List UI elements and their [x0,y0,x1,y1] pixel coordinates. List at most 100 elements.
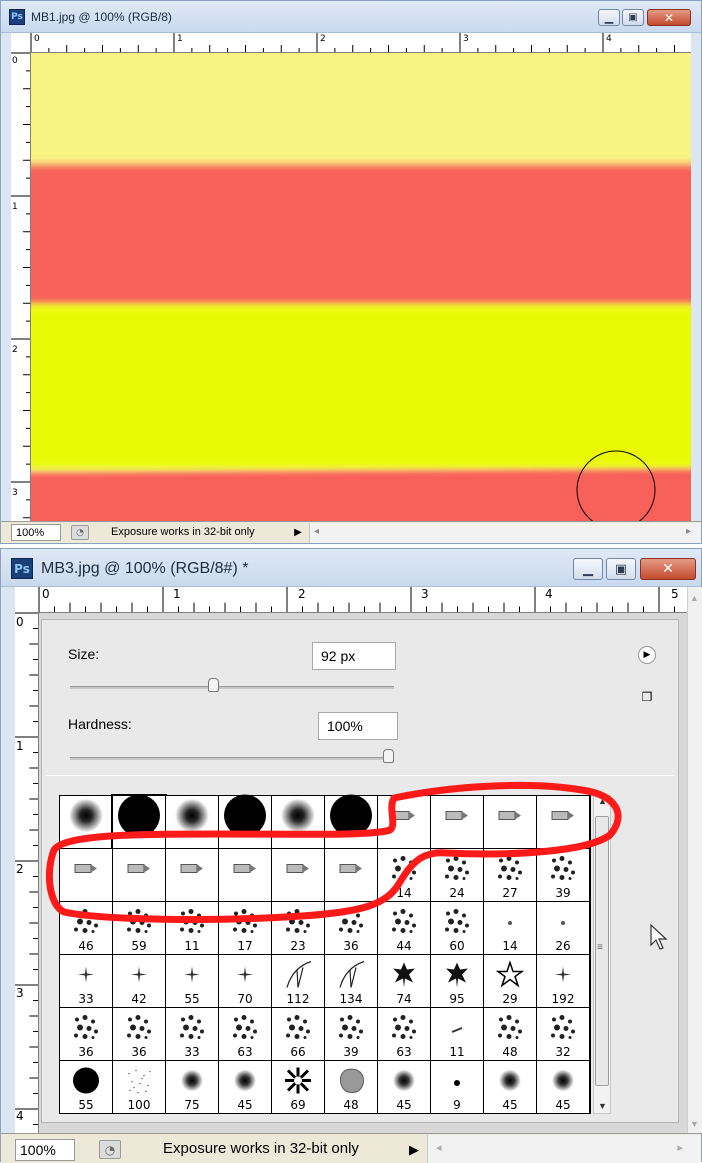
brush-tip-cell[interactable]: 17 [219,902,271,954]
brush-tip-cell[interactable]: 24 [431,849,483,901]
status-menu-arrow-icon[interactable]: ▶ [405,1140,423,1160]
brush-tip-cell[interactable]: 14 [484,902,536,954]
brush-tip-cell[interactable]: 59 [113,902,165,954]
brush-tip-cell[interactable]: 39 [325,1008,377,1060]
zoom-field[interactable]: 100% [15,1139,75,1161]
brush-tip-cell[interactable]: 63 [219,1008,271,1060]
brush-tip-cell[interactable]: 112 [272,955,324,1007]
brush-tip-cell[interactable] [325,794,377,848]
horizontal-scrollbar[interactable]: ◂ ▸ [427,1135,701,1163]
new-preset-icon[interactable]: ❐ [640,690,654,704]
brush-tip-cell[interactable]: 74 [378,955,430,1007]
brush-tip-cell[interactable]: 33 [166,1008,218,1060]
brush-tip-cell[interactable]: 11 [166,902,218,954]
brush-tip-cell[interactable]: 60 [431,902,483,954]
brush-tip-cell[interactable]: 39 [537,849,589,901]
brush-tip-cell[interactable]: 192 [537,955,589,1007]
brush-tip-cell[interactable]: 46 [60,902,112,954]
title-bar[interactable]: Ps MB3.jpg @ 100% (RGB/8#) * ▁ ▣ ✕ [1,549,701,587]
brush-tip-cell[interactable]: 29 [484,955,536,1007]
brush-tip-cell[interactable]: 95 [431,955,483,1007]
ruler-origin[interactable] [15,587,39,613]
scroll-up-icon[interactable]: ▲ [598,796,607,806]
size-slider-track[interactable] [70,686,394,689]
brush-tip-cell[interactable] [219,794,271,848]
brush-tip-cell[interactable]: 100 [113,1061,165,1113]
scroll-left-icon[interactable]: ◂ [314,526,319,537]
brush-tip-cell[interactable]: 63 [378,1008,430,1060]
brush-tip-cell[interactable] [111,794,167,850]
brush-tip-cell[interactable] [60,796,112,848]
flyout-menu-arrow-icon[interactable]: ▶ [638,646,656,664]
maximize-button[interactable]: ▣ [606,558,636,580]
close-button[interactable]: ✕ [640,558,696,580]
brush-tip-cell[interactable]: 66 [272,1008,324,1060]
brush-grid-scrollbar[interactable]: ▲ ≡ ▼ [593,795,611,1114]
horizontal-ruler[interactable]: 0 1 2 3 4 [31,33,691,53]
brush-tip-cell[interactable]: 36 [60,1008,112,1060]
hardness-field[interactable]: 100% [318,712,398,740]
title-bar[interactable]: Ps MB1.jpg @ 100% (RGB/8) ▁ ▣ ✕ [1,1,701,33]
status-info-icon[interactable]: ◔ [99,1140,121,1159]
brush-tip-cell[interactable] [272,796,324,848]
maximize-button[interactable]: ▣ [622,9,644,26]
brush-tip-cell[interactable] [113,849,165,901]
scroll-right-icon[interactable]: ▸ [677,1141,683,1154]
brush-tip-cell[interactable]: 48 [325,1061,377,1113]
canvas-area[interactable]: Size: 92 px Hardness: 100% ▶ ❐ 14 24 27 39 4… [39,613,687,1133]
status-menu-arrow-icon[interactable]: ▶ [291,525,305,540]
hardness-slider-track[interactable] [70,757,394,760]
scroll-down-icon[interactable]: ▼ [598,1101,607,1111]
size-slider-thumb[interactable] [207,678,219,692]
brush-tip-cell[interactable]: 36 [113,1008,165,1060]
brush-tip-cell[interactable]: 11 [431,1008,483,1060]
brush-tip-cell[interactable]: 69 [272,1061,324,1113]
brush-tip-cell[interactable] [325,849,377,901]
brush-tip-cell[interactable] [378,796,430,848]
scroll-down-icon[interactable]: ▼ [690,1119,699,1129]
brush-tip-cell[interactable]: 27 [484,849,536,901]
brush-tip-cell[interactable]: 134 [325,955,377,1007]
brush-tip-cell[interactable]: 26 [537,902,589,954]
brush-tip-cell[interactable]: 55 [166,955,218,1007]
image-canvas[interactable] [31,53,691,521]
size-field[interactable]: 92 px [312,642,396,670]
brush-tip-cell[interactable]: 48 [484,1008,536,1060]
scroll-left-icon[interactable]: ◂ [436,1141,442,1154]
brush-tip-cell[interactable] [537,796,589,848]
brush-tip-cell[interactable]: 45 [378,1061,430,1113]
brush-tip-cell[interactable] [431,796,483,848]
brush-tip-cell[interactable] [219,849,271,901]
vertical-ruler[interactable]: 0 1 2 3 [11,53,31,521]
scroll-right-icon[interactable]: ▸ [686,526,691,537]
brush-tip-cell[interactable]: 45 [484,1061,536,1113]
brush-tip-cell[interactable]: 36 [325,902,377,954]
minimize-button[interactable]: ▁ [598,9,620,26]
brush-tip-cell[interactable] [166,849,218,901]
brush-tip-cell[interactable]: 23 [272,902,324,954]
minimize-button[interactable]: ▁ [573,558,603,580]
close-button[interactable]: ✕ [647,9,691,26]
brush-tip-cell[interactable] [484,796,536,848]
brush-tip-cell[interactable]: 42 [113,955,165,1007]
horizontal-scrollbar[interactable]: ◂ ▸ [309,523,701,543]
ruler-origin[interactable] [11,33,31,53]
brush-tip-cell[interactable] [272,849,324,901]
brush-tip-cell[interactable]: 44 [378,902,430,954]
brush-tip-cell[interactable]: 9 [431,1061,483,1113]
horizontal-ruler[interactable]: 0 1 2 3 4 5 [39,587,687,613]
brush-tip-cell[interactable]: 33 [60,955,112,1007]
vertical-scrollbar[interactable]: ▲ ▼ [687,587,702,1133]
brush-tip-cell[interactable]: 55 [60,1061,112,1113]
brush-tip-cell[interactable]: 70 [219,955,271,1007]
brush-tip-cell[interactable] [166,796,218,848]
brush-tip-cell[interactable]: 75 [166,1061,218,1113]
brush-tip-cell[interactable]: 14 [378,849,430,901]
brush-tip-cell[interactable]: 45 [219,1061,271,1113]
scroll-up-icon[interactable]: ▲ [690,593,699,603]
hardness-slider-thumb[interactable] [383,749,394,763]
brush-tip-cell[interactable]: 45 [537,1061,589,1113]
vertical-ruler[interactable]: 0 1 2 3 4 [15,613,39,1133]
status-info-icon[interactable]: ◔ [71,525,89,540]
zoom-field[interactable]: 100% [11,524,61,541]
